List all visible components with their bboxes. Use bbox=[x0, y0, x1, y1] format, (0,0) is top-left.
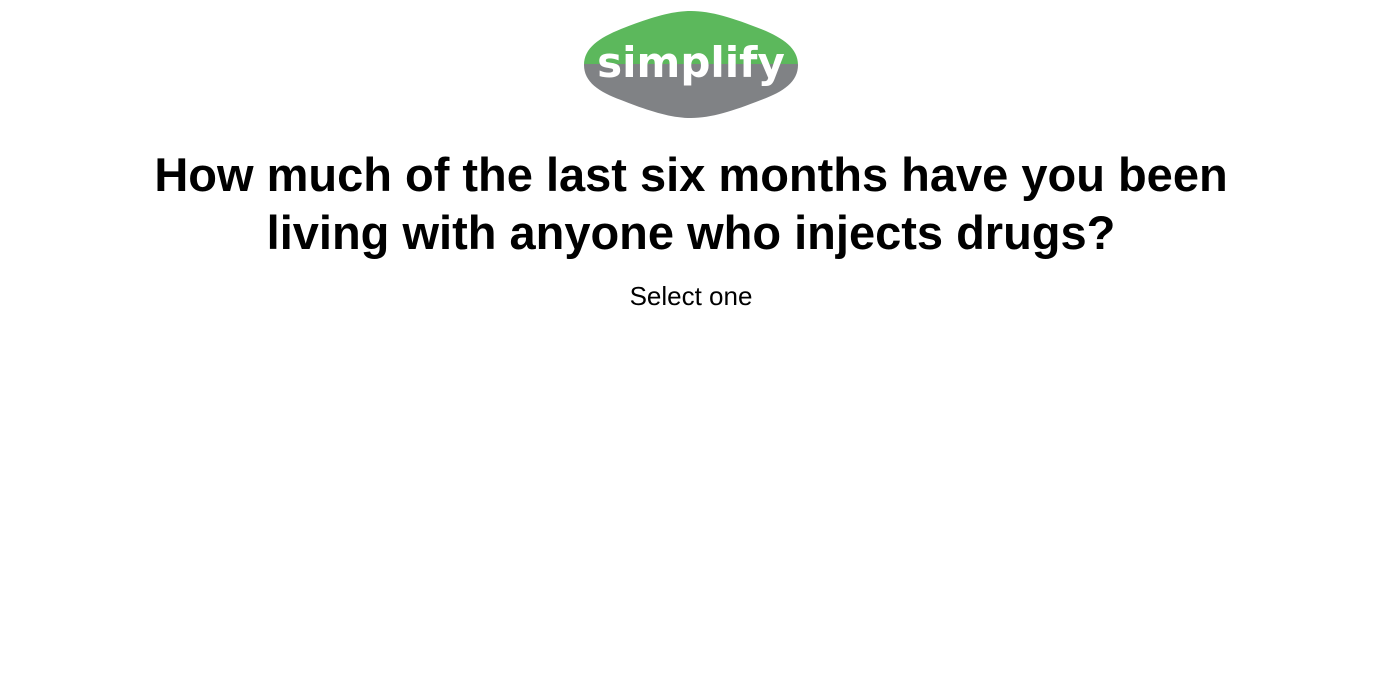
logo-text: simplify bbox=[597, 38, 785, 87]
survey-page: simplify How much of the last six months… bbox=[0, 0, 1382, 683]
simplify-logo: simplify bbox=[583, 10, 799, 119]
answer-options-area bbox=[0, 330, 1382, 660]
question-line-1: How much of the last six months have you… bbox=[154, 148, 1228, 201]
logo-badge-icon: simplify bbox=[584, 11, 798, 118]
question-line-2: living with anyone who injects drugs? bbox=[266, 206, 1116, 259]
select-instruction: Select one bbox=[629, 281, 753, 311]
question-title: How much of the last six months have you… bbox=[0, 146, 1382, 262]
